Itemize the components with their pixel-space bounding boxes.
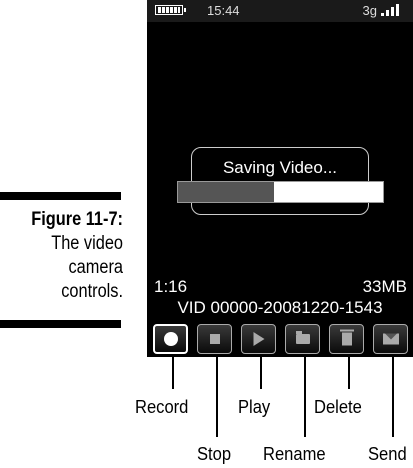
folder-icon: [295, 331, 310, 344]
record-icon: [163, 332, 178, 346]
play-leader-line: [260, 357, 262, 389]
recording-size: 33MB: [362, 277, 407, 296]
video-filename: VID 00000-20081220-1543: [177, 298, 383, 317]
rename-button[interactable]: [285, 324, 320, 354]
delete-button[interactable]: [329, 324, 364, 354]
figure-number: Figure 11-7:: [31, 209, 123, 230]
stop-icon: [209, 334, 220, 344]
status-bar: 15:44 3g: [147, 0, 413, 22]
recording-duration: 1:16: [154, 277, 188, 296]
caption-line: camera: [68, 257, 123, 278]
play-button[interactable]: [241, 324, 276, 354]
record-button[interactable]: [153, 324, 188, 354]
record-leader-line: [172, 357, 174, 389]
phone-screen: 15:44 3g Saving Video... 47% 1:16 33MB V…: [147, 0, 413, 357]
stop-leader-line: [216, 357, 218, 437]
rename-leader-line: [304, 357, 306, 437]
caption-line: controls.: [61, 281, 123, 302]
trash-icon: [339, 329, 354, 346]
network-type: 3g: [362, 3, 377, 18]
delete-label: Delete: [314, 397, 362, 417]
status-time: 15:44: [207, 3, 240, 18]
camera-toolbar: [153, 324, 409, 355]
play-icon: [253, 332, 264, 346]
caption-rule-bottom: [0, 320, 121, 328]
save-progress-bar: 47%: [177, 181, 384, 203]
caption-line: The video: [51, 233, 123, 254]
signal-strength-icon: [381, 4, 405, 16]
record-label: Record: [135, 397, 189, 417]
send-leader-line: [392, 357, 394, 437]
play-label: Play: [238, 397, 271, 417]
battery-icon: [155, 5, 186, 15]
send-button[interactable]: [373, 324, 408, 354]
delete-leader-line: [348, 357, 350, 389]
figure-caption: Figure 11-7: The video camera controls.: [0, 208, 123, 304]
stop-label: Stop: [197, 444, 232, 464]
stop-button[interactable]: [197, 324, 232, 354]
progress-percent: 47%: [263, 183, 298, 202]
rename-label: Rename: [263, 444, 326, 464]
send-label: Send: [368, 444, 407, 464]
caption-rule-top: [0, 192, 121, 200]
dialog-title: Saving Video...: [222, 158, 338, 177]
mail-icon: [382, 333, 399, 345]
